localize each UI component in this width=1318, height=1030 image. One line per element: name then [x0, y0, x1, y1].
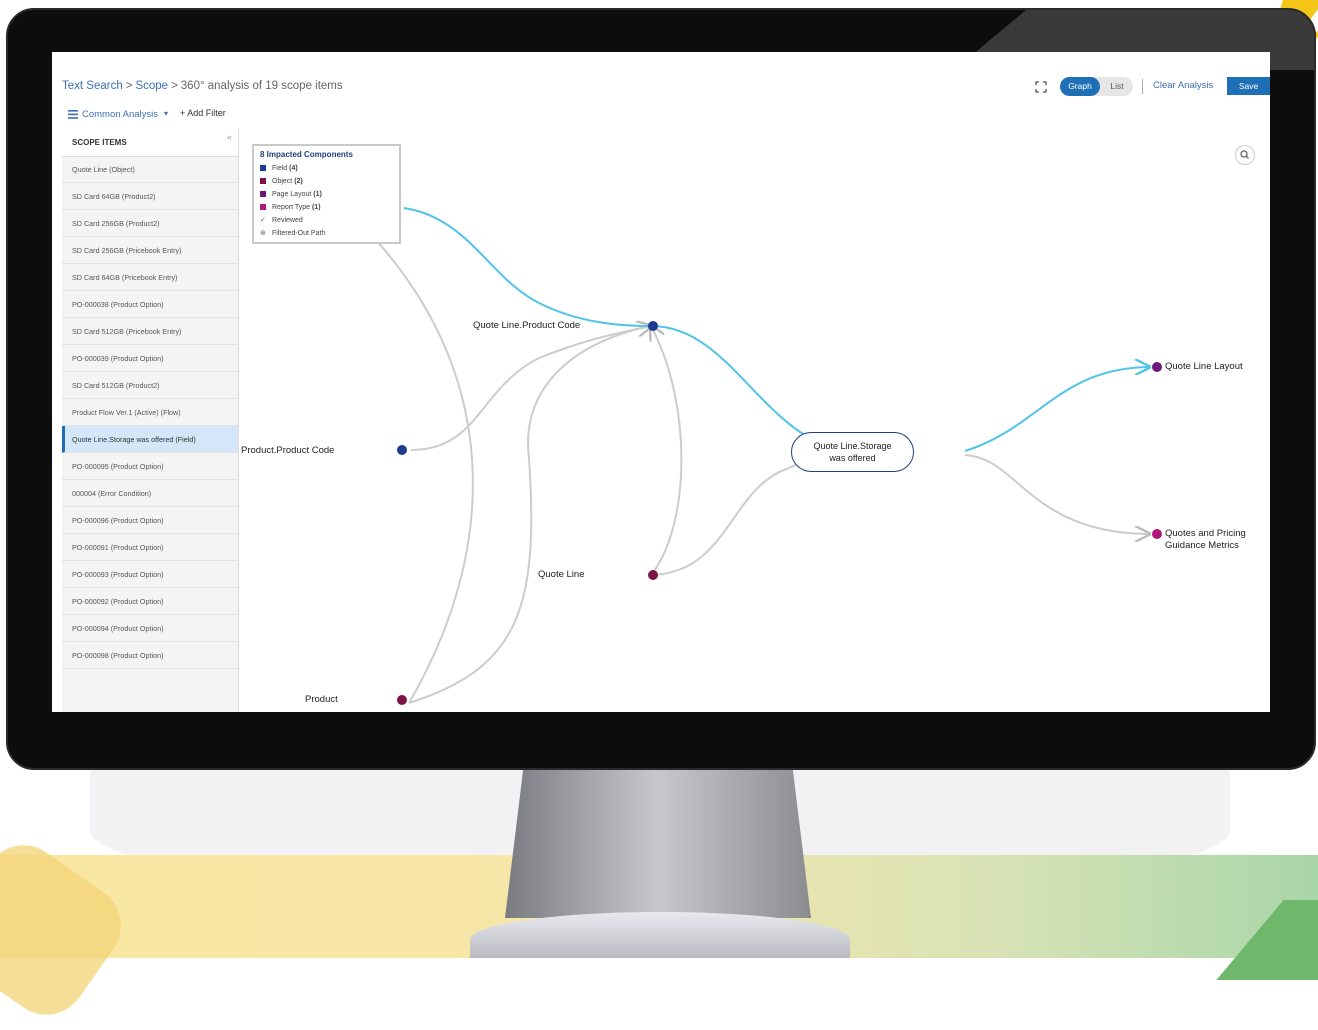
sidebar-item[interactable]: Product Flow Ver.1 (Active) (Flow) [62, 399, 238, 426]
legend-entry: Report Type (1) [260, 201, 393, 214]
top-bar: Text Search > Scope >360° analysis of 19 sc… [52, 76, 1270, 98]
sidebar-item[interactable]: SD Card 64GB (Pricebook Entry) [62, 264, 238, 291]
sidebar-item[interactable]: 000004 (Error Condition) [62, 480, 238, 507]
collapse-sidebar-icon[interactable]: « [227, 132, 232, 142]
sidebar-title: SCOPE ITEMS [72, 138, 127, 147]
list-view-button[interactable]: List [1102, 77, 1132, 96]
node-label-quote-line[interactable]: Quote Line [538, 569, 584, 580]
node-label-product[interactable]: Product [305, 694, 338, 705]
sidebar-item[interactable]: SD Card 512GB (Product2) [62, 372, 238, 399]
breadcrumb-scope[interactable]: Scope [135, 80, 168, 92]
breadcrumb-text-search[interactable]: Text Search [62, 80, 123, 92]
chevron-down-icon[interactable]: ▾ [164, 109, 168, 118]
search-icon [1240, 150, 1249, 159]
sidebar-item[interactable]: SD Card 64GB (Product2) [62, 183, 238, 210]
sidebar-item[interactable]: PO-000095 (Product Option) [62, 453, 238, 480]
sidebar-item[interactable]: PO-000039 (Product Option) [62, 345, 238, 372]
legend-status-label: Filtered-Out Path [272, 230, 326, 237]
view-toggle: Graph List [1060, 77, 1133, 96]
check-icon: ✓ [260, 217, 266, 224]
edge-product-to-product-code [408, 325, 652, 704]
node-dot-product-product-code[interactable] [397, 445, 407, 455]
legend-swatch [260, 204, 266, 211]
node-label-product-code[interactable]: Quote Line.Product Code [473, 320, 580, 331]
sidebar-item[interactable]: PO-000092 (Product Option) [62, 588, 238, 615]
filter-path-icon: ⊕ [260, 230, 266, 237]
sidebar-item[interactable]: PO-000091 (Product Option) [62, 534, 238, 561]
edge-center-to-report [964, 454, 1149, 534]
sidebar-item[interactable]: SD Card 512GB (Pricebook Entry) [62, 318, 238, 345]
legend-entry-label: Field [272, 165, 288, 172]
report-label-line2: Guidance Metrics [1165, 540, 1239, 551]
center-label-line2: was offered [829, 453, 876, 463]
sidebar-item[interactable]: PO-000098 (Product Option) [62, 642, 238, 669]
legend-entry-count: (4) [289, 165, 298, 172]
scope-items-sidebar: SCOPE ITEMS Quote Line (Object) SD Card 6… [62, 128, 239, 712]
sidebar-item[interactable]: PO-000038 (Product Option) [62, 291, 238, 318]
legend-entry-count: (1) [313, 191, 322, 198]
legend-entry: Field (4) [260, 162, 393, 175]
center-node-storage-offered[interactable]: Quote Line.Storage was offered [791, 432, 914, 472]
node-dot-quote-line[interactable] [648, 570, 658, 580]
breadcrumb-separator: > [125, 80, 133, 92]
node-label-product-product-code[interactable]: Product.Product Code [241, 445, 334, 456]
legend-entries: Field (4) Object (2) Page Layout (1) Report… [260, 162, 393, 214]
node-dot-report[interactable] [1152, 529, 1162, 539]
graph-view-button[interactable]: Graph [1060, 77, 1100, 96]
sidebar-item[interactable]: SD Card 256GB (Product2) [62, 210, 238, 237]
sidebar-item[interactable]: Quote Line (Object) [62, 156, 238, 183]
sidebar-header: SCOPE ITEMS [62, 128, 238, 157]
sidebar-item[interactable]: PO-000096 (Product Option) [62, 507, 238, 534]
edge-product-code-to-legend [375, 239, 474, 704]
breadcrumb-current: 360° analysis of 19 scope items [180, 80, 343, 92]
edge-legend-to-product-code [403, 207, 652, 327]
scope-items-list: Quote Line (Object) SD Card 64GB (Product… [62, 156, 238, 669]
legend-entry-label: Object [272, 178, 293, 185]
edge-product-product-code-to-product-code [410, 326, 651, 451]
legend-swatch [260, 165, 266, 172]
sidebar-item[interactable]: SD Card 256GB (Pricebook Entry) [62, 237, 238, 264]
legend-swatch [260, 191, 266, 198]
node-dot-product[interactable] [397, 695, 407, 705]
toolbar-divider [1142, 79, 1143, 94]
clear-analysis-link[interactable]: Clear Analysis [1153, 80, 1213, 91]
expand-icon[interactable] [1035, 81, 1047, 93]
app-screen: Text Search > Scope >360° analysis of 19 sc… [52, 52, 1270, 712]
save-button[interactable]: Save [1227, 77, 1270, 95]
edge-center-to-layout [964, 367, 1149, 452]
legend-entry-count: (2) [294, 178, 303, 185]
sidebar-item[interactable]: PO-000093 (Product Option) [62, 561, 238, 588]
node-dot-product-code[interactable] [648, 321, 658, 331]
node-dot-quote-line-layout[interactable] [1152, 362, 1162, 372]
legend-status-label: Reviewed [272, 217, 303, 224]
monitor-stand-neck [505, 768, 811, 918]
add-filter-button[interactable]: + Add Filter [180, 108, 226, 118]
zoom-search-button[interactable] [1235, 145, 1255, 165]
breadcrumb: Text Search > Scope >360° analysis of 19 sc… [62, 80, 343, 92]
legend-entry-label: Page Layout [272, 191, 312, 198]
sidebar-item[interactable]: PO-000094 (Product Option) [62, 615, 238, 642]
common-analysis-dropdown[interactable]: Common Analysis [82, 109, 158, 120]
legend-entry: Object (2) [260, 175, 393, 188]
center-label-line1: Quote Line.Storage [813, 441, 892, 451]
legend-entry: Page Layout (1) [260, 188, 393, 201]
report-label-line1: Quotes and Pricing [1165, 528, 1246, 539]
legend-status-entry: ⊕ Filtered-Out Path [260, 227, 393, 240]
legend-status-entry: ✓ Reviewed [260, 214, 393, 227]
node-label-report[interactable]: Quotes and Pricing Guidance Metrics [1165, 528, 1246, 552]
breadcrumb-separator: > [171, 80, 178, 92]
legend-title: 8 Impacted Components [260, 150, 353, 159]
legend-status: ✓ Reviewed ⊕ Filtered-Out Path [260, 214, 393, 240]
node-label-quote-line-layout[interactable]: Quote Line Layout [1165, 361, 1243, 372]
legend-entry-count: (1) [311, 204, 321, 211]
list-menu-icon [68, 110, 78, 119]
legend-swatch [260, 178, 266, 185]
graph-legend: 8 Impacted Components Field (4) Object (2… [252, 144, 401, 244]
edge-quote-line-to-product-code [651, 326, 683, 576]
legend-entry-label: Report Type [272, 204, 311, 211]
sidebar-item[interactable]: Quote Line.Storage was offered (Field) [62, 426, 238, 453]
monitor-stand-base [470, 912, 850, 958]
